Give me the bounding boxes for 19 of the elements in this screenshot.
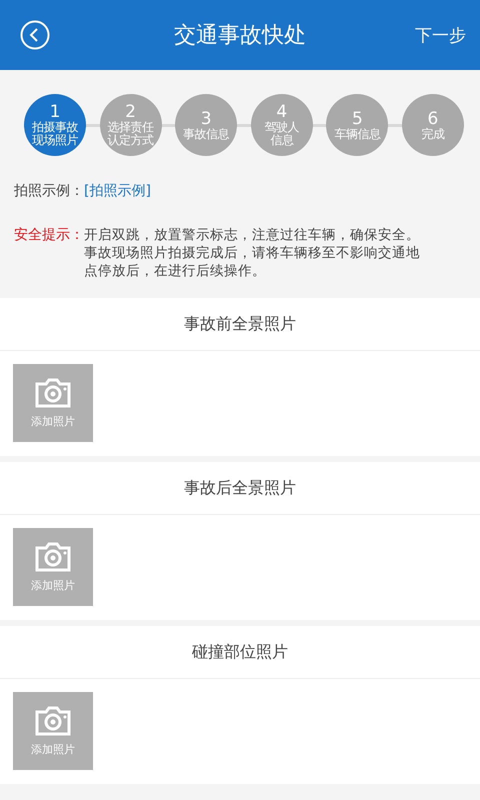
add-photo-button[interactable]: 添加照片 xyxy=(13,692,93,770)
section-title: 事故前全景照片 xyxy=(184,314,296,334)
safety-text: 开启双跳，放置警示标志，注意过往车辆，确保安全。 xyxy=(84,226,421,244)
step-circle[interactable]: 2 选择责任 认定方式 xyxy=(100,94,162,156)
next-step-button[interactable]: 下一步 xyxy=(415,24,466,46)
screen-title: 交通事故快处 xyxy=(174,23,306,48)
step-circle[interactable]: 1 拍摄事故 现场照片 xyxy=(24,94,86,156)
add-photo-button[interactable]: 添加照片 xyxy=(13,364,93,442)
step-circle[interactable]: 4 驾驶人 信息 xyxy=(250,94,313,156)
step-circle[interactable]: 6 完成 xyxy=(402,94,464,156)
example-label: 拍照示例： xyxy=(14,183,84,199)
safety-text: 事故现场照片拍摄完成后，请将车辆移至不影响交通地点停放后，在进行后续操作。 xyxy=(84,244,421,280)
section-title: 碰撞部位照片 xyxy=(192,642,288,662)
step-circle[interactable]: 3 事故信息 xyxy=(175,94,238,156)
add-photo-button[interactable]: 添加照片 xyxy=(13,528,93,606)
step-circle[interactable]: 5 车辆信息 xyxy=(326,94,388,156)
example-link[interactable]: [拍照示例] xyxy=(84,183,151,199)
section-title: 事故后全景照片 xyxy=(184,478,296,498)
safety-label: 安全提示： xyxy=(14,226,84,245)
